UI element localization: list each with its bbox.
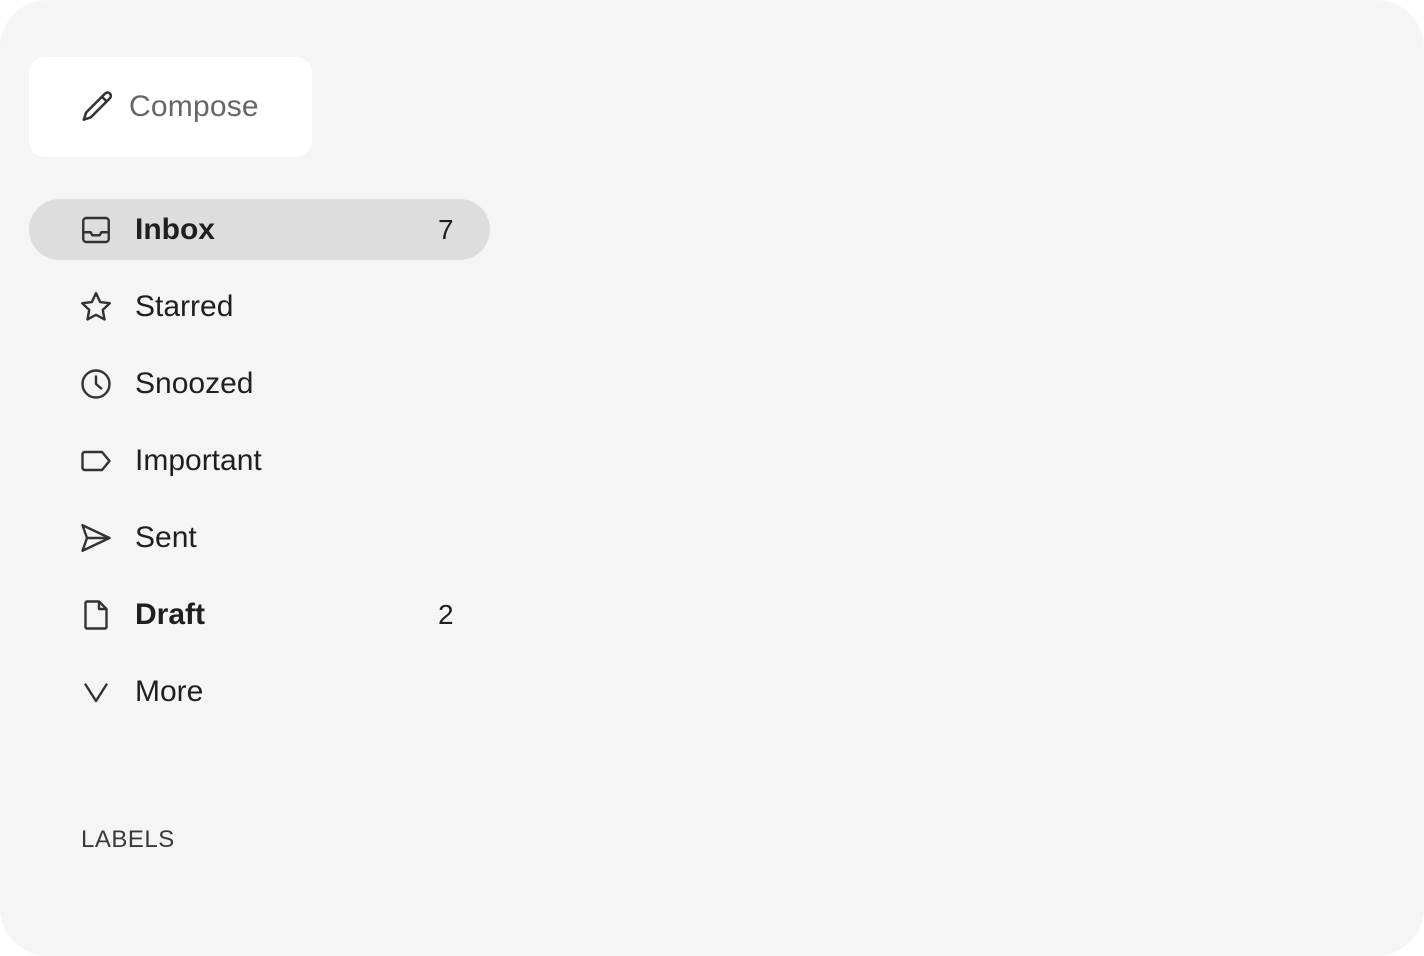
clock-icon bbox=[78, 366, 114, 402]
unread-count: 7 bbox=[438, 213, 454, 245]
nav-item-label: Snoozed bbox=[135, 366, 254, 400]
file-icon bbox=[78, 597, 114, 633]
nav-item-starred[interactable]: Starred bbox=[29, 276, 490, 337]
nav-item-label: More bbox=[135, 674, 204, 708]
nav-item-label: Sent bbox=[135, 520, 197, 554]
nav-item-important[interactable]: Important bbox=[29, 430, 490, 491]
compose-label: Compose bbox=[129, 90, 259, 123]
nav-item-label: Starred bbox=[135, 289, 234, 323]
mail-sidebar: Compose Inbox 7 Starred Snoozed Importan… bbox=[0, 0, 1424, 956]
label-tag-icon bbox=[78, 443, 114, 479]
compose-button[interactable]: Compose bbox=[29, 57, 312, 157]
nav-item-draft[interactable]: Draft 2 bbox=[29, 584, 490, 645]
star-icon bbox=[78, 289, 114, 325]
draft-count: 2 bbox=[438, 598, 454, 630]
nav-item-label: Draft bbox=[135, 597, 206, 631]
inbox-icon bbox=[78, 212, 114, 248]
nav-item-label: Important bbox=[135, 443, 262, 477]
folder-nav: Inbox 7 Starred Snoozed Important Sent D… bbox=[29, 199, 490, 738]
send-icon bbox=[78, 520, 114, 556]
pencil-icon bbox=[79, 88, 117, 126]
labels-section-heading: LABELS bbox=[81, 826, 175, 853]
nav-item-label: Inbox bbox=[135, 212, 215, 246]
chevron-down-icon bbox=[78, 674, 114, 710]
nav-item-snoozed[interactable]: Snoozed bbox=[29, 353, 490, 414]
nav-item-more[interactable]: More bbox=[29, 661, 490, 722]
nav-item-sent[interactable]: Sent bbox=[29, 507, 490, 568]
nav-item-inbox[interactable]: Inbox 7 bbox=[29, 199, 490, 260]
